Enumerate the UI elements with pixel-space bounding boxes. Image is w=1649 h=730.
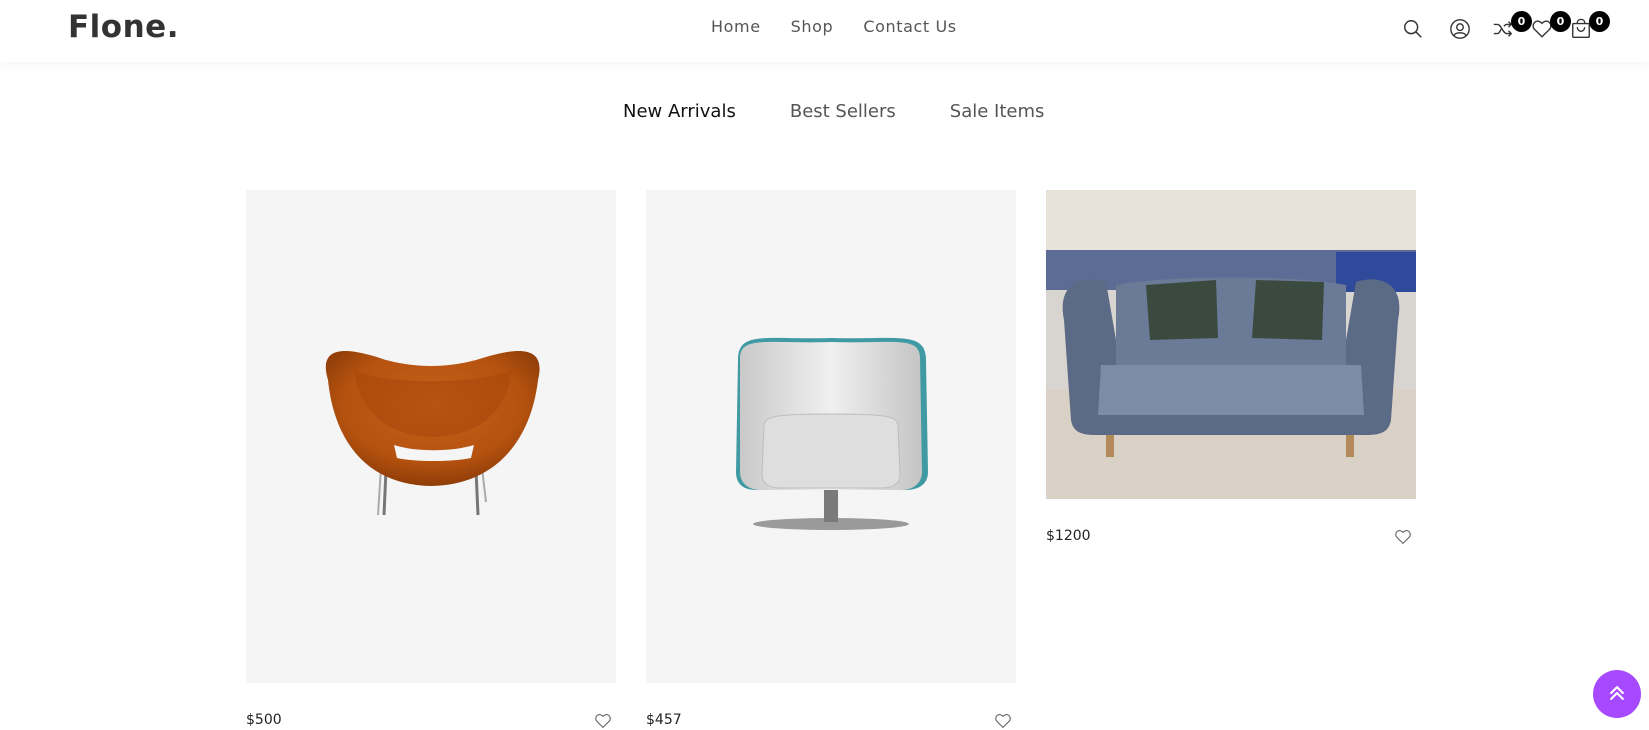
- cart-button[interactable]: 0: [1570, 11, 1610, 44]
- search-icon: [1404, 20, 1422, 38]
- product-price: $500: [246, 712, 282, 728]
- add-to-wishlist-button[interactable]: [594, 712, 612, 730]
- scroll-to-top-button[interactable]: [1593, 670, 1641, 718]
- product-card[interactable]: $1200: [1046, 190, 1416, 545]
- site-header: Flone. Home Shop Contact Us 0 0 0: [0, 0, 1649, 62]
- product-price: $1200: [1046, 528, 1091, 544]
- nav-item-home[interactable]: Home: [711, 17, 761, 36]
- nav-item-shop[interactable]: Shop: [791, 17, 834, 36]
- add-to-wishlist-button[interactable]: [994, 712, 1012, 730]
- heart-icon: [995, 714, 1011, 729]
- product-image-blue-sofa[interactable]: [1046, 190, 1416, 499]
- product-card[interactable]: $457: [646, 190, 1016, 729]
- product-card[interactable]: $500: [246, 190, 616, 729]
- compare-count-badge: 0: [1511, 11, 1532, 32]
- double-chevron-up-icon: [1610, 686, 1624, 700]
- tab-best-sellers[interactable]: Best Sellers: [790, 101, 896, 122]
- header-icons: 0 0 0: [1400, 11, 1610, 48]
- main-nav: Home Shop Contact Us: [711, 17, 987, 36]
- heart-icon: [595, 714, 611, 729]
- heart-icon: [1395, 530, 1411, 545]
- add-to-wishlist-button[interactable]: [1394, 528, 1412, 546]
- logo[interactable]: Flone.: [68, 9, 179, 45]
- tab-sale-items[interactable]: Sale Items: [950, 101, 1045, 122]
- account-button[interactable]: [1449, 18, 1475, 44]
- search-button[interactable]: [1402, 18, 1428, 44]
- nav-item-contact[interactable]: Contact Us: [863, 17, 956, 36]
- tab-new-arrivals[interactable]: New Arrivals: [623, 101, 736, 122]
- product-image-white-armchair[interactable]: [646, 190, 1016, 683]
- wishlist-button[interactable]: 0: [1531, 11, 1571, 44]
- user-icon: [1450, 19, 1470, 39]
- compare-button[interactable]: 0: [1492, 11, 1532, 44]
- product-tabs: New Arrivals Best Sellers Sale Items: [623, 101, 1098, 122]
- wishlist-count-badge: 0: [1550, 11, 1571, 32]
- product-image-orange-chair[interactable]: [246, 190, 616, 683]
- product-price: $457: [646, 712, 682, 728]
- cart-count-badge: 0: [1589, 11, 1610, 32]
